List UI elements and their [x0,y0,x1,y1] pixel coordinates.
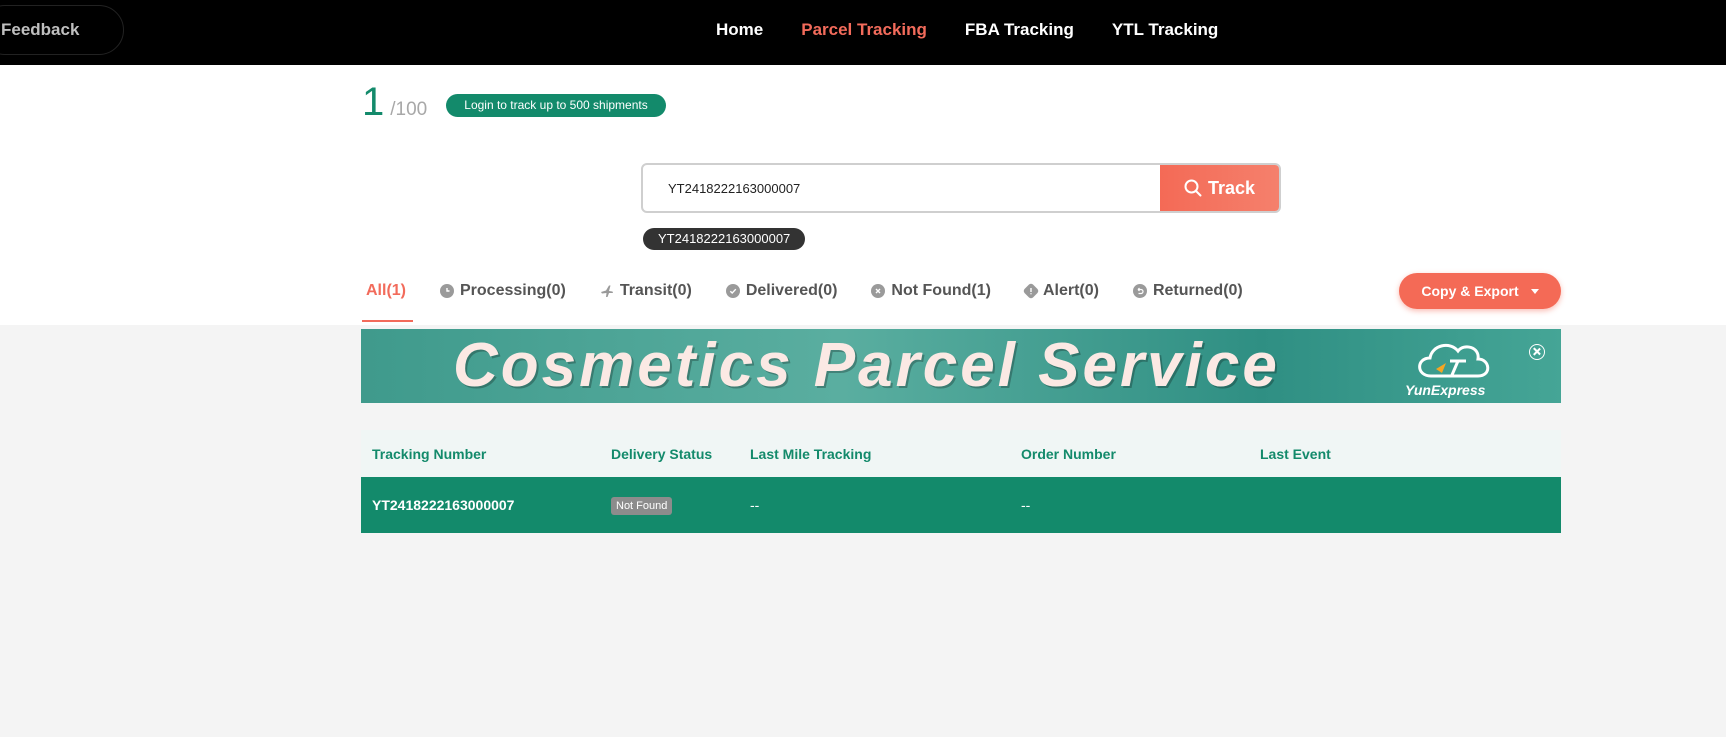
table-row[interactable]: YT2418222163000007 Not Found -- -- [361,477,1561,533]
banner-headline: Cosmetics Parcel Service [453,331,1280,400]
caret-down-icon [1530,288,1539,294]
nav-home[interactable]: Home [716,20,763,40]
tab-not-found[interactable]: Not Found(1) [871,282,991,300]
tracking-search-box: Track [641,163,1281,213]
col-tracking-number: Tracking Number [372,445,487,462]
table-header: Tracking Number Delivery Status Last Mil… [361,430,1561,477]
cell-order-number: -- [1021,497,1031,513]
nav-parcel-tracking[interactable]: Parcel Tracking [801,20,927,40]
track-button[interactable]: Track [1160,165,1279,211]
quota-total: /100 [390,99,428,120]
main-nav: Home Parcel Tracking FBA Tracking YTL Tr… [716,20,1218,40]
check-icon [725,284,740,298]
col-last-event: Last Event [1260,445,1331,462]
alert-icon [1022,282,1040,300]
col-delivery-status: Delivery Status [611,445,713,462]
login-to-track-more-button[interactable]: Login to track up to 500 shipments [446,94,666,117]
col-order-number: Order Number [1021,445,1116,462]
tracking-number-chip[interactable]: YT2418222163000007 [643,228,806,250]
tracking-results-table: Tracking Number Delivery Status Last Mil… [361,430,1561,533]
search-icon [1184,179,1202,197]
return-icon [1132,284,1147,298]
tracking-number-input[interactable] [643,165,1160,211]
tab-label: Not Found(1) [891,282,991,299]
tab-label: Processing(0) [460,282,566,299]
nav-fba-tracking[interactable]: FBA Tracking [965,20,1074,40]
copy-export-button[interactable]: Copy & Export [1399,273,1561,309]
banner-logo-text: YunExpress [1405,382,1486,398]
track-button-label: Track [1207,177,1256,198]
status-badge: Not Found [611,496,673,515]
clock-icon [440,284,454,298]
cell-delivery-status: Not Found [611,496,673,515]
tab-label: Returned(0) [1152,282,1243,299]
tab-label: All(1) [366,282,406,299]
cell-tracking-number: YT2418222163000007 [372,497,515,513]
feedback-button[interactable]: Feedback [0,5,124,55]
banner-close-icon[interactable] [1529,344,1545,360]
tab-label: Delivered(0) [745,282,838,299]
quota-used: 1 [362,80,385,124]
x-icon [871,284,886,298]
tab-label: Alert(0) [1042,282,1099,299]
copy-export-label: Copy & Export [1421,283,1519,299]
col-last-mile-tracking: Last Mile Tracking [750,445,872,462]
tab-delivered[interactable]: Delivered(0) [725,282,838,300]
active-tab-indicator [362,320,413,322]
tab-returned[interactable]: Returned(0) [1132,282,1243,300]
tab-processing[interactable]: Processing(0) [440,282,566,300]
plane-icon [600,284,614,298]
tab-alert[interactable]: Alert(0) [1022,282,1099,300]
nav-ytl-tracking[interactable]: YTL Tracking [1112,20,1218,40]
tab-label: Transit(0) [619,282,692,299]
promo-banner[interactable]: Cosmetics Parcel Service YunExpress [361,329,1561,403]
tracking-quota: 1 /100 [362,82,427,122]
tab-transit[interactable]: Transit(0) [600,282,692,300]
top-nav-bar: Feedback Home Parcel Tracking FBA Tracki… [0,0,1726,65]
cell-last-mile: -- [750,497,760,513]
tab-all[interactable]: All(1) [366,282,406,300]
status-tabs: All(1) Processing(0) Transit(0) Delivere… [366,282,1277,300]
